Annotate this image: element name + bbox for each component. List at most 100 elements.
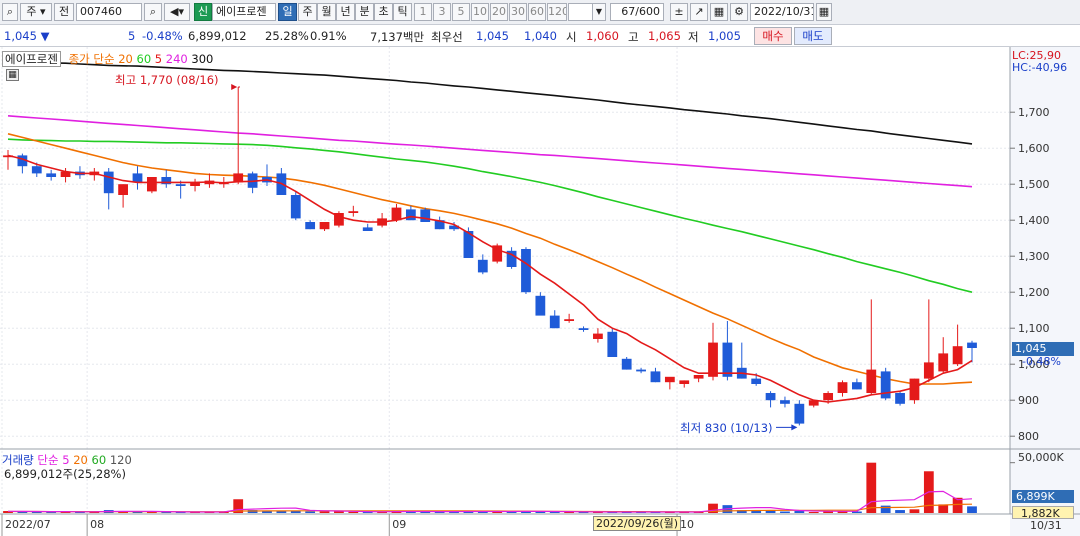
date-tick-label: 10 — [680, 518, 694, 531]
period-day-tab[interactable]: 일 — [278, 3, 297, 21]
candle-body — [607, 331, 618, 357]
candle-body — [31, 166, 42, 174]
price-legend: 에이프로젠 종가 단순 20 60 5 240 300 — [2, 51, 213, 67]
date-tick-label: 09 — [392, 518, 406, 531]
plus-minus-icon[interactable]: ± — [670, 3, 688, 21]
interval-1-button[interactable]: 1 — [414, 3, 432, 21]
candlestick-chart-svg[interactable]: 1,7001,6001,5001,4001,3001,2001,1001,000… — [0, 47, 1080, 536]
price-tick-label: 1,200 — [1018, 286, 1050, 299]
search-icon[interactable]: ⌕ — [2, 3, 18, 21]
price-tick-label: 1,500 — [1018, 178, 1050, 191]
candle-body — [46, 173, 57, 177]
interval-120-button[interactable]: 120 — [547, 3, 567, 21]
open-label: 시 — [566, 30, 577, 44]
period-year-tab[interactable]: 년 — [336, 3, 355, 21]
interval-10-button[interactable]: 10 — [471, 3, 489, 21]
table-toggle-icon[interactable]: ▦ — [6, 69, 19, 81]
candle-body — [722, 342, 733, 377]
candle-body — [780, 400, 790, 404]
volume-bar — [880, 505, 891, 513]
candle-body — [593, 333, 603, 339]
candle-body — [909, 378, 920, 401]
calendar-icon[interactable]: ▦ — [816, 3, 832, 21]
current-price-value: 1,045 — [4, 29, 37, 43]
low-price: 1,005 — [708, 29, 741, 43]
price-tick-label: 1,300 — [1018, 250, 1050, 263]
candle-body — [823, 393, 834, 401]
price-change: 5 — [128, 29, 136, 43]
credit-badge[interactable]: 신 — [194, 3, 212, 21]
chart-toolbar: ⌕ 주 ▾ 전 007460 ⌕ ◀▾ 신 에이프로젠 일 주 월 년 분 초 … — [0, 0, 1080, 25]
candle-body — [837, 382, 848, 393]
candle-body — [664, 376, 675, 383]
magnifier-icon[interactable]: ⌕ — [144, 3, 162, 21]
current-price: 1,045 ▼ — [4, 29, 49, 43]
candle-body — [564, 319, 575, 321]
volume-value-label: 6,899,012주(25,28%) — [4, 467, 126, 481]
price-chart-panel[interactable]: 1,700 1,600 1,500 1,400 1,300 1,200 1,100 1,000… — [0, 47, 1080, 536]
best-bid-price: 1,040 — [524, 29, 557, 43]
price-tick-label: 800 — [1018, 430, 1039, 443]
candle-body — [794, 403, 805, 424]
candle-body — [391, 207, 402, 221]
candle-body — [477, 259, 488, 273]
candle-body — [650, 371, 661, 383]
interval-3-button[interactable]: 3 — [433, 3, 451, 21]
current-pct-tag: -0.48% — [1022, 355, 1061, 368]
market-type-label: 주 — [26, 5, 37, 18]
sell-button[interactable]: 매도 — [794, 27, 832, 45]
candle-body — [938, 353, 949, 372]
candle-body — [305, 222, 316, 230]
current-price-tag: 1,045 — [1012, 342, 1074, 356]
period-second-tab[interactable]: 초 — [374, 3, 393, 21]
volume-bar — [967, 506, 977, 513]
interval-5-button[interactable]: 5 — [452, 3, 470, 21]
candle-body — [118, 184, 128, 195]
candle-body — [923, 362, 934, 379]
period-minute-tab[interactable]: 분 — [355, 3, 374, 21]
volume-bar — [305, 511, 316, 513]
volume-bar — [808, 512, 819, 514]
period-month-tab[interactable]: 월 — [317, 3, 336, 21]
best-bid-label: 최우선 — [431, 30, 463, 44]
speaker-icon[interactable]: ◀▾ — [164, 3, 190, 21]
legend-ma-60: 60 — [136, 52, 152, 66]
candle-body — [880, 371, 891, 399]
legend-ma-label: 종가 단순 — [68, 52, 115, 66]
candle-body — [319, 222, 330, 230]
interval-20-button[interactable]: 20 — [490, 3, 508, 21]
interval-60-button[interactable]: 60 — [528, 3, 546, 21]
legend-stock-name[interactable]: 에이프로젠 — [2, 51, 61, 67]
ratio-percent: 0.91% — [310, 29, 347, 43]
high-annotation: 최고 1,770 (08/16) — [115, 73, 219, 87]
date-field[interactable]: 2022/10/31 — [750, 3, 814, 21]
chart-tool-icon[interactable]: ↗ — [690, 3, 708, 21]
buy-button[interactable]: 매수 — [754, 27, 792, 45]
data-count-field[interactable]: 67/600 — [610, 3, 664, 21]
candle-body — [852, 382, 862, 390]
gear-icon[interactable]: ⚙ — [730, 3, 748, 21]
stock-name-field[interactable]: 에이프로젠 — [212, 3, 276, 21]
volume-bar — [794, 511, 805, 513]
jeon-button[interactable]: 전 — [54, 3, 74, 21]
candle-body — [146, 177, 157, 192]
legend-ma-240: 240 — [165, 52, 188, 66]
candle-body — [175, 184, 186, 186]
legend-ma-5: 5 — [154, 52, 163, 66]
volume-ma-tag: 1,882K — [1012, 506, 1074, 520]
chevron-down-icon[interactable]: ▼ — [592, 3, 606, 21]
candle-body — [952, 346, 963, 365]
market-type-select[interactable]: 주 ▾ — [20, 3, 52, 21]
hc-label: HC:-40,96 — [1012, 61, 1068, 74]
candle-body — [420, 209, 431, 222]
price-tick-label: 1,700 — [1018, 106, 1050, 119]
stock-code-input[interactable]: 007460 — [76, 3, 142, 21]
volume-bar — [909, 509, 920, 513]
interval-30-button[interactable]: 30 — [509, 3, 527, 21]
period-tick-tab[interactable]: 틱 — [393, 3, 412, 21]
period-week-tab[interactable]: 주 — [298, 3, 317, 21]
price-tick-label: 1,600 — [1018, 142, 1050, 155]
grid-icon[interactable]: ▦ — [710, 3, 728, 21]
candle-body — [621, 358, 632, 370]
price-tick-label: 1,100 — [1018, 322, 1050, 335]
